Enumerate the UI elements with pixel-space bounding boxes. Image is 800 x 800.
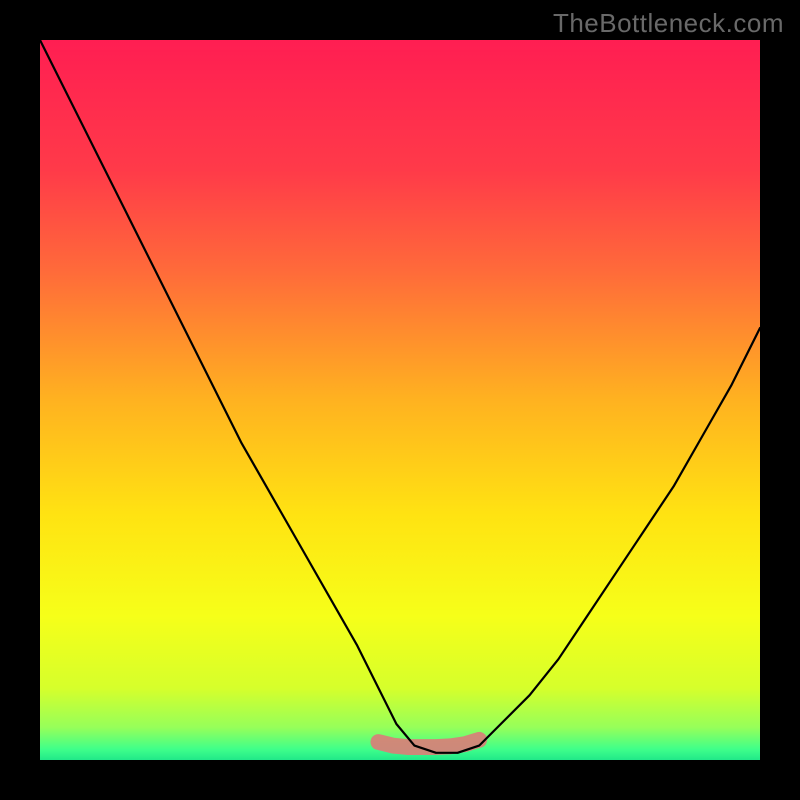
plot-area (40, 40, 760, 760)
gradient-background (40, 40, 760, 760)
chart-frame: TheBottleneck.com (0, 0, 800, 800)
attribution-text: TheBottleneck.com (553, 8, 784, 39)
chart-svg (40, 40, 760, 760)
floor-segment (378, 740, 479, 747)
